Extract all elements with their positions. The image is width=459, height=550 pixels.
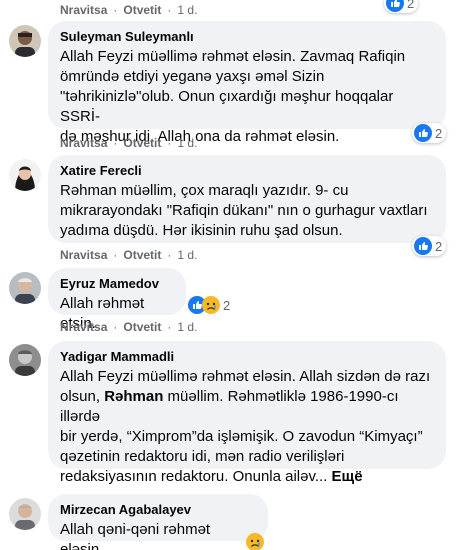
avatar[interactable]	[9, 25, 41, 57]
comment-actions: Nravitsa · Otvetit · 1 d.	[60, 320, 197, 334]
like-link[interactable]: Nravitsa	[60, 320, 107, 334]
sad-icon	[202, 296, 220, 314]
comment-bubble: Yadigar Mammadli Allah Feyzi müəllimə rə…	[48, 341, 446, 485]
like-link[interactable]: Nravitsa	[60, 248, 107, 262]
see-more-link[interactable]: Ещё	[332, 468, 363, 485]
like-link[interactable]: Nravitsa	[60, 136, 107, 150]
comment-author[interactable]: Eyruz Mamedov	[60, 276, 174, 292]
like-link[interactable]: Nravitsa	[60, 3, 107, 17]
separator: ·	[113, 3, 118, 17]
reply-link[interactable]: Otvetit	[123, 320, 161, 334]
reply-link[interactable]: Otvetit	[123, 136, 161, 150]
avatar[interactable]	[9, 272, 41, 304]
comment-line: olsun, Rəhman müəllim. Rəhmətliklə 1986-…	[60, 388, 399, 425]
reaction-count: 2	[407, 0, 415, 11]
comment-author[interactable]: Suleyman Suleymanlı	[60, 29, 434, 45]
comment-line: redaksiyasının redaktoru. Onunla ailəv..…	[60, 468, 363, 485]
separator: ·	[167, 248, 172, 262]
comment-line: Allah Feyzi müəllimə rəhmət eləsin. Alla…	[60, 368, 431, 385]
like-icon	[414, 124, 432, 142]
separator: ·	[113, 136, 118, 150]
reaction-icons	[188, 296, 220, 314]
comment-line: Allah qəni-qəni rəhmət eləsin.	[60, 521, 211, 550]
reaction-count: 2	[223, 297, 231, 313]
comment-bubble: Xatire Ferecli Rəhman müəllim, çox maraq…	[48, 155, 446, 243]
like-icon	[386, 0, 404, 12]
comment-text: Allah Feyzi müəllimə rəhmət eləsin. Alla…	[60, 367, 434, 487]
comment-line: Allah Feyzi müəllimə rəhmət eləsin. Zavm…	[60, 48, 406, 65]
comment-line: ömründə etdiyi yeganə yaxşı əməl Sizin	[60, 68, 325, 85]
separator: ·	[167, 3, 172, 17]
comment-bubble: Suleyman Suleymanlı Allah Feyzi müəllimə…	[48, 21, 446, 145]
reaction-count: 2	[435, 238, 443, 254]
comment-line: qəzetinin redaktoru idi, mən radio veril…	[60, 448, 345, 465]
comment-actions: Nravitsa · Otvetit · 1 d.	[60, 248, 197, 262]
separator: ·	[167, 136, 172, 150]
separator: ·	[113, 320, 118, 334]
reply-link[interactable]: Otvetit	[123, 248, 161, 262]
timestamp[interactable]: 1 d.	[177, 320, 197, 334]
comment-actions-top: Nravitsa · Otvetit · 1 d.	[60, 3, 197, 17]
avatar[interactable]	[9, 159, 41, 191]
reaction-summary[interactable]: 2	[412, 236, 447, 256]
comment-line: bir yerdə, “Ximprom”da işləmişik. O zavo…	[60, 428, 423, 445]
separator: ·	[113, 248, 118, 262]
comment-text: Allah qəni-qəni rəhmət eləsin.	[60, 520, 256, 550]
timestamp[interactable]: 1 d.	[177, 248, 197, 262]
comment-bubble: Mirzecan Agabalayev Allah qəni-qəni rəhm…	[48, 494, 268, 550]
comment-author[interactable]: Yadigar Mammadli	[60, 349, 434, 365]
comment-text: Allah Feyzi müəllimə rəhmət eləsin. Zavm…	[60, 47, 434, 147]
reaction-count: 2	[435, 125, 443, 141]
avatar[interactable]	[9, 344, 41, 376]
comment-line: yadıma düşdü. Hər ikisinin ruhu şad olsu…	[60, 222, 343, 239]
mention-link[interactable]: Rəhman	[104, 388, 163, 405]
comment-line: mikrarayondakı "Rafiqin dükanı" nın o gu…	[60, 202, 428, 219]
comment-author[interactable]: Mirzecan Agabalayev	[60, 502, 256, 518]
reaction-summary[interactable]: 2	[384, 0, 419, 13]
reaction-summary[interactable]	[246, 533, 264, 550]
reply-link[interactable]: Otvetit	[123, 3, 161, 17]
reaction-summary[interactable]: 2	[412, 123, 447, 143]
reaction-summary[interactable]: 2	[188, 296, 230, 314]
comment-bubble: Eyruz Mamedov Allah rəhmət etsin.	[48, 268, 186, 332]
comment-line: Rəhman müəllim, çox maraqlı yazıdır. 9- …	[60, 182, 349, 199]
timestamp[interactable]: 1 d.	[177, 3, 197, 17]
like-icon	[414, 237, 432, 255]
comment-text: Rəhman müəllim, çox maraqlı yazıdır. 9- …	[60, 181, 434, 241]
separator: ·	[167, 320, 172, 334]
comment-author[interactable]: Xatire Ferecli	[60, 163, 434, 179]
comment-line: "təhrikinizlə"olub. Onun çıxardığı məşhu…	[60, 88, 394, 125]
avatar[interactable]	[9, 498, 41, 530]
comment-actions: Nravitsa · Otvetit · 1 d.	[60, 136, 197, 150]
timestamp[interactable]: 1 d.	[177, 136, 197, 150]
sad-icon	[246, 533, 264, 550]
